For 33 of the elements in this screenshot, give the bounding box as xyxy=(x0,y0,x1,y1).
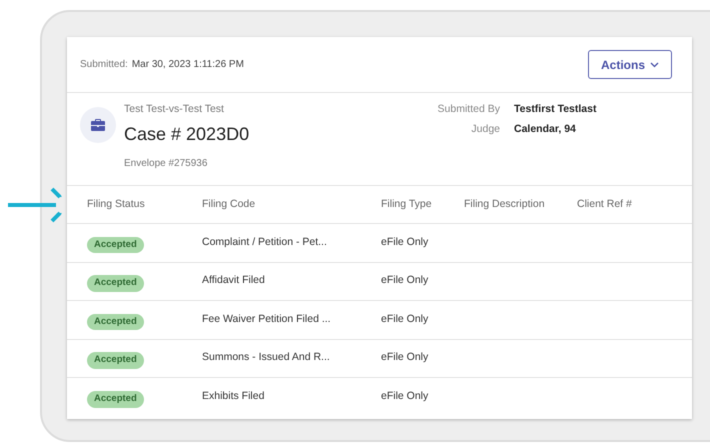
filing-code: Affidavit Filed xyxy=(202,273,266,288)
filing-type: eFile Only xyxy=(381,273,430,288)
detail-value: Calendar, 94 xyxy=(514,122,577,137)
filing-type: eFile Only xyxy=(381,350,430,366)
column-header: Client Ref # xyxy=(577,196,633,212)
column-header: Filing Type xyxy=(381,196,433,212)
status-badge: Accepted xyxy=(87,391,144,408)
filing-type: eFile Only xyxy=(381,389,430,404)
filing-code: Fee Waiver Petition Filed ... xyxy=(202,312,332,327)
briefcase-icon xyxy=(91,119,105,131)
status-badge: Accepted xyxy=(87,275,144,292)
status-badge: Accepted xyxy=(87,352,144,368)
detail-value: Testfirst Testlast xyxy=(514,102,596,117)
column-header: Filing Status xyxy=(87,196,146,212)
detail-label: Judge xyxy=(470,122,500,137)
submitted-label: Submitted: xyxy=(80,58,128,72)
filing-code: Summons - Issued And R... xyxy=(202,350,331,366)
column-header: Filing Description xyxy=(464,196,546,212)
chevron-down-icon xyxy=(650,62,659,68)
pointer-arrow-icon xyxy=(8,186,64,224)
envelope-number: Envelope #275936 xyxy=(124,156,208,171)
status-badge: Accepted xyxy=(87,236,144,253)
case-parties: Test Test-vs-Test Test xyxy=(124,102,225,117)
filing-code: Complaint / Petition - Pet... xyxy=(202,234,328,250)
detail-label: Submitted By xyxy=(436,102,500,117)
actions-button[interactable]: Actions xyxy=(588,50,672,79)
submitted-date: Mar 30, 2023 1:11:26 PM xyxy=(132,58,244,72)
filing-type: eFile Only xyxy=(381,234,430,250)
case-number: Case # 2023D0 xyxy=(124,122,250,146)
filing-code: Exhibits Filed xyxy=(202,389,266,404)
filing-type: eFile Only xyxy=(381,312,430,327)
column-header: Filing Code xyxy=(202,196,256,212)
status-badge: Accepted xyxy=(87,314,144,330)
